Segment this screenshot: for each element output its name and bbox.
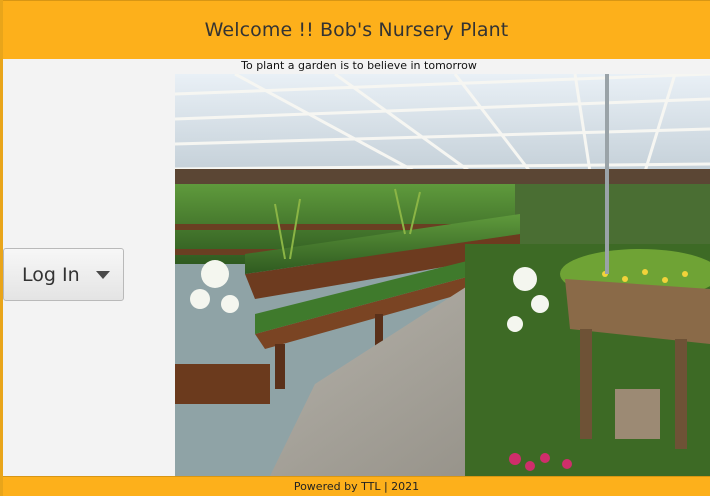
login-dropdown-button[interactable]: Log In (3, 248, 124, 301)
tagline: To plant a garden is to believe in tomor… (241, 59, 477, 72)
greenhouse-photo (175, 74, 710, 476)
login-label: Log In (22, 263, 80, 286)
footer-bar: Powered by TTL | 2021 (3, 476, 710, 496)
footer-text: Powered by TTL | 2021 (293, 480, 420, 493)
app-window: Welcome !! Bob's Nursery Plant To plant … (0, 0, 710, 496)
greenhouse-photo-illustration (175, 74, 710, 476)
page-title: Welcome !! Bob's Nursery Plant (204, 19, 509, 41)
chevron-down-icon (96, 271, 110, 279)
header-bar: Welcome !! Bob's Nursery Plant (3, 0, 710, 59)
